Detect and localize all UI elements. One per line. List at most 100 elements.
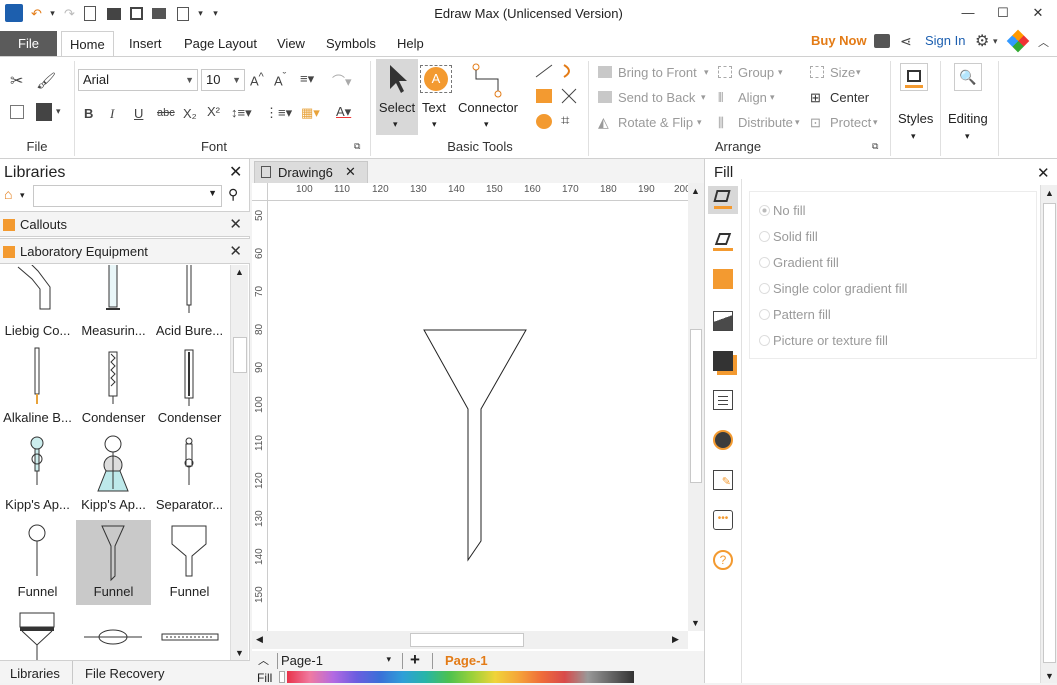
shape-style-icon[interactable] bbox=[713, 269, 733, 289]
bring-to-front-dropdown-icon[interactable]: ▾ bbox=[704, 67, 709, 78]
underline-icon[interactable]: U bbox=[134, 106, 143, 121]
protect-dropdown-icon[interactable]: ▾ bbox=[873, 117, 878, 128]
rotate-flip-dropdown-icon[interactable]: ▾ bbox=[697, 117, 702, 128]
scroll-up-icon[interactable]: ▲ bbox=[691, 186, 700, 196]
fill-tab-icon[interactable] bbox=[708, 186, 738, 214]
scroll-thumb[interactable] bbox=[1043, 203, 1056, 663]
group-dropdown-icon[interactable]: ▾ bbox=[778, 67, 783, 78]
font-dialog-launcher-icon[interactable]: ⧉ bbox=[354, 141, 360, 152]
size-dropdown-icon[interactable]: ▾ bbox=[856, 67, 861, 78]
text-wrap-icon[interactable]: ⌒▾ bbox=[332, 71, 352, 90]
theme-icon[interactable] bbox=[1006, 29, 1030, 53]
symbol-kipps-apparatus-2[interactable]: Kipp's Ap... bbox=[76, 433, 151, 518]
page-tab[interactable]: Page-1 bbox=[445, 653, 488, 668]
size-button[interactable]: Size bbox=[830, 65, 855, 80]
symbol-liebig-condenser[interactable]: Liebig Co... bbox=[0, 265, 75, 344]
symbol-kipps-apparatus-1[interactable]: Kipp's Ap... bbox=[0, 433, 75, 518]
arc-tool-icon[interactable] bbox=[560, 63, 576, 79]
line-tool-icon[interactable] bbox=[534, 63, 554, 79]
scroll-up-icon[interactable]: ▲ bbox=[1045, 188, 1054, 198]
text-dropdown-icon[interactable]: ▾ bbox=[432, 119, 437, 130]
symbol-condenser-1[interactable]: Condenser bbox=[76, 346, 151, 431]
scroll-thumb[interactable] bbox=[233, 337, 247, 373]
distribute-dropdown-icon[interactable]: ▾ bbox=[795, 117, 800, 128]
option-picture-or-texture-fill[interactable]: Picture or texture fill bbox=[773, 333, 888, 348]
editing-search-icon[interactable]: 🔍 bbox=[954, 63, 982, 91]
funnel-shape[interactable] bbox=[423, 329, 527, 562]
symbol-funnel-2[interactable]: Funnel bbox=[76, 520, 151, 605]
maximize-button[interactable]: ☐ bbox=[993, 3, 1013, 23]
scroll-down-icon[interactable]: ▼ bbox=[1045, 671, 1054, 681]
canvas-vertical-scrollbar[interactable]: ▲ ▼ bbox=[688, 183, 704, 631]
document-tab[interactable]: Drawing6 ✕ bbox=[254, 161, 368, 183]
font-color-icon[interactable]: A▾ bbox=[336, 104, 351, 120]
canvas-horizontal-scrollbar[interactable]: ◀ ▶ bbox=[252, 631, 688, 649]
protect-button[interactable]: Protect bbox=[830, 115, 871, 130]
help-icon[interactable]: ? bbox=[713, 550, 733, 570]
editing-dropdown-icon[interactable]: ▾ bbox=[965, 131, 970, 142]
library-section-callouts[interactable]: Callouts ✕ bbox=[0, 211, 250, 237]
connector-label[interactable]: Connector bbox=[458, 100, 518, 115]
symbol-drying-tube[interactable] bbox=[76, 607, 151, 660]
group-button[interactable]: Group bbox=[738, 65, 774, 80]
styles-button[interactable]: Styles bbox=[898, 111, 933, 126]
page-select[interactable]: Page-1 ▾ bbox=[277, 653, 397, 669]
distribute-button[interactable]: Distribute bbox=[738, 115, 793, 130]
bullets-icon[interactable]: ⋮≡▾ bbox=[265, 105, 292, 121]
comment-icon[interactable]: ••• bbox=[713, 510, 733, 530]
send-to-back-button[interactable]: Send to Back bbox=[618, 90, 695, 105]
option-single-color-gradient-fill[interactable]: Single color gradient fill bbox=[773, 281, 907, 296]
note-edit-icon[interactable]: ✎ bbox=[713, 470, 733, 490]
connector-dropdown-icon[interactable]: ▾ bbox=[484, 119, 489, 130]
connector-icon[interactable] bbox=[470, 63, 506, 99]
font-name-select[interactable]: Arial ▼ bbox=[78, 69, 198, 91]
symbol-funnel-1[interactable]: Funnel bbox=[0, 520, 75, 605]
sign-in-link[interactable]: Sign In bbox=[925, 33, 965, 48]
strikethrough-icon[interactable]: abc bbox=[157, 107, 175, 119]
buy-now-link[interactable]: Buy Now bbox=[811, 33, 867, 48]
paste-icon[interactable] bbox=[36, 103, 52, 121]
symbol-buchner-funnel[interactable] bbox=[0, 607, 75, 660]
tab-page-layout[interactable]: Page Layout bbox=[176, 31, 265, 56]
radio-picture-fill[interactable] bbox=[759, 335, 770, 346]
center-button[interactable]: Center bbox=[830, 90, 869, 105]
line-style-icon[interactable] bbox=[713, 231, 733, 251]
shadow-icon[interactable] bbox=[713, 351, 733, 371]
superscript-icon[interactable]: X² bbox=[207, 104, 220, 119]
tab-file-recovery[interactable]: File Recovery bbox=[85, 666, 164, 681]
share-icon[interactable]: ⋖ bbox=[900, 33, 912, 50]
styles-icon[interactable] bbox=[900, 63, 928, 91]
option-solid-fill[interactable]: Solid fill bbox=[773, 229, 818, 244]
search-icon[interactable]: ⚲ bbox=[228, 186, 238, 203]
option-no-fill[interactable]: No fill bbox=[773, 203, 806, 218]
close-button[interactable]: ✕ bbox=[1028, 3, 1048, 23]
library-scrollbar[interactable]: ▲ ▼ bbox=[230, 265, 248, 660]
styles-dropdown-icon[interactable]: ▾ bbox=[911, 131, 916, 142]
radio-pattern-fill[interactable] bbox=[759, 309, 770, 320]
subscript-icon[interactable]: X₂ bbox=[183, 106, 197, 121]
scroll-down-icon[interactable]: ▼ bbox=[235, 648, 244, 658]
font-size-select[interactable]: 10 ▼ bbox=[201, 69, 245, 91]
select-tool[interactable]: Select ▾ bbox=[376, 59, 418, 135]
paste-dropdown-icon[interactable]: ▾ bbox=[56, 106, 61, 117]
editing-button[interactable]: Editing bbox=[948, 111, 988, 126]
symbol-thermometer[interactable] bbox=[152, 607, 227, 660]
tab-file[interactable]: File bbox=[0, 31, 57, 56]
bring-to-front-button[interactable]: Bring to Front bbox=[618, 65, 697, 80]
tab-libraries[interactable]: Libraries bbox=[10, 666, 60, 681]
gear-icon[interactable]: ⚙ bbox=[975, 31, 989, 51]
radio-no-fill[interactable] bbox=[759, 205, 770, 216]
rectangle-tool-icon[interactable] bbox=[536, 89, 552, 103]
tab-insert[interactable]: Insert bbox=[121, 31, 170, 56]
text-tool-label[interactable]: Text bbox=[422, 100, 446, 115]
document-tab-close-icon[interactable]: ✕ bbox=[345, 164, 356, 180]
radio-single-color-gradient-fill[interactable] bbox=[759, 283, 770, 294]
cart-icon[interactable] bbox=[874, 34, 890, 48]
copy-icon[interactable] bbox=[10, 105, 24, 119]
section-close-icon[interactable]: ✕ bbox=[229, 242, 242, 260]
library-section-laboratory-equipment[interactable]: Laboratory Equipment ✕ bbox=[0, 238, 250, 264]
rotate-flip-button[interactable]: Rotate & Flip bbox=[618, 115, 693, 130]
add-page-icon[interactable]: + bbox=[410, 650, 420, 670]
home-dropdown-icon[interactable]: ▾ bbox=[20, 190, 25, 201]
grow-font-icon[interactable]: A^ bbox=[250, 71, 264, 88]
